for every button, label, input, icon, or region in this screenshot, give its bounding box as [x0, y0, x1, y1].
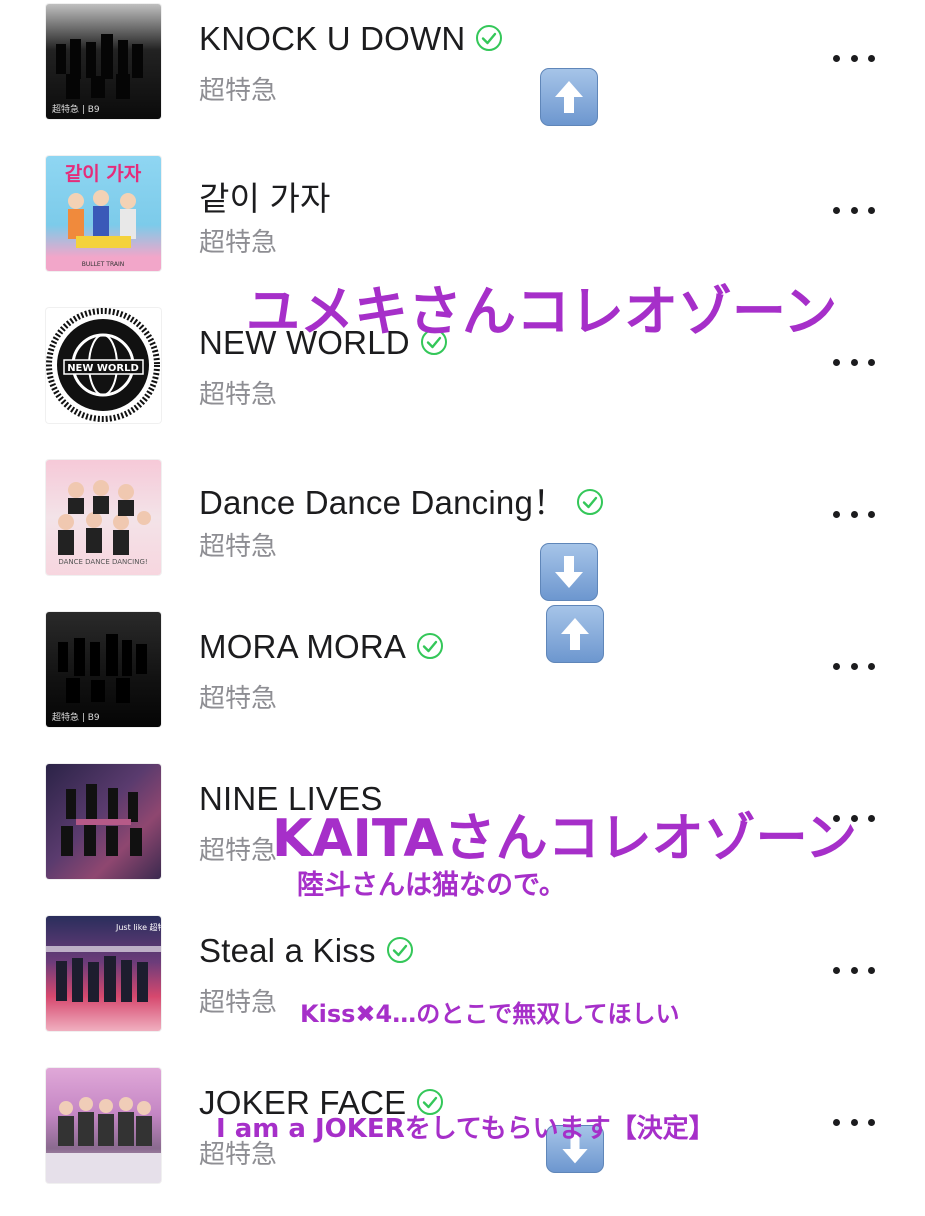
group-photo-art: DANCE DANCE DANCING!	[58, 480, 151, 566]
svg-text:BULLET TRAIN: BULLET TRAIN	[82, 261, 125, 268]
annotation-cat-note: 陸斗さんは猫なので。	[297, 870, 566, 901]
album-art: DANCE DANCE DANCING!	[46, 460, 161, 575]
song-title: KNOCK U DOWN	[199, 20, 503, 58]
song-artist: 超特急	[199, 531, 278, 561]
song-artist: 超特急	[199, 683, 278, 713]
circle-check-icon	[386, 937, 413, 964]
song-artist: 超特急	[199, 835, 278, 865]
song-title: MORA MORA	[199, 628, 444, 666]
annotation-joker-note: I am a JOKERをしてもらいます【決定】	[216, 1114, 715, 1144]
album-art: NEW WORLD	[46, 308, 161, 423]
svg-text:DANCE DANCE DANCING!: DANCE DANCE DANCING!	[58, 558, 147, 566]
song-row[interactable]: 超特急 | B9 MORA MORA 超特急	[0, 608, 925, 760]
more-dots-icon[interactable]	[833, 1116, 875, 1128]
annotation-kaita-zone: KAITAさんコレオゾーン	[272, 809, 857, 869]
group-photo-art	[46, 1097, 161, 1183]
album-art: Just like 超特急	[46, 916, 161, 1031]
song-artist: 超特急	[199, 75, 278, 105]
song-title: Steal a Kiss	[199, 932, 414, 970]
more-dots-icon[interactable]	[833, 204, 875, 216]
svg-text:Just like 超特急: Just like 超特急	[115, 922, 161, 932]
group-photo-art	[61, 784, 142, 856]
annotation-kiss-note: Kiss✖︎4…のとこで無双してほしい	[300, 1000, 680, 1028]
album-art	[46, 1068, 161, 1183]
svg-text:NEW WORLD: NEW WORLD	[67, 363, 139, 374]
up-arrow-emoji-icon	[546, 605, 604, 663]
group-photo-art: Just like 超特急	[46, 922, 161, 1002]
art-label: 超特急 | B9	[52, 103, 100, 115]
song-artist: 超特急	[199, 987, 278, 1017]
group-photo-art: 超特急 | B9	[52, 634, 147, 723]
new-world-logo-art: NEW WORLD	[46, 308, 160, 422]
song-row[interactable]: Just like 超特急 Steal a Kiss 超特急	[0, 912, 925, 1064]
more-dots-icon[interactable]	[833, 964, 875, 976]
more-dots-icon[interactable]	[833, 660, 875, 672]
song-title: 같이 가자	[199, 180, 331, 217]
svg-text:같이 가자: 같이 가자	[65, 163, 142, 185]
annotation-yumeki-zone: ユメキさんコレオゾーン	[246, 280, 838, 343]
circle-check-icon	[417, 633, 444, 660]
svg-text:超特急 | B9: 超特急 | B9	[52, 711, 100, 723]
circle-check-icon	[577, 489, 604, 516]
illustrated-art: 같이 가자 BULLET TRAIN	[65, 163, 142, 268]
more-dots-icon[interactable]	[833, 356, 875, 368]
song-artist: 超特急	[199, 379, 278, 409]
circle-check-icon	[476, 25, 503, 52]
up-arrow-emoji-icon	[540, 68, 598, 126]
album-art: 超特急 | B9	[46, 4, 161, 119]
album-art	[46, 764, 161, 879]
album-art: 超特急 | B9	[46, 612, 161, 727]
song-row[interactable]: 超特急 | B9 KNOCK U DOWN 超特急	[0, 0, 925, 152]
song-title: Dance Dance Dancing！	[199, 476, 604, 524]
more-dots-icon[interactable]	[833, 52, 875, 64]
album-art: 같이 가자 BULLET TRAIN	[46, 156, 161, 271]
down-arrow-emoji-icon	[540, 543, 598, 601]
more-dots-icon[interactable]	[833, 508, 875, 520]
song-artist: 超特急	[199, 227, 278, 257]
group-photo-art: 超特急 | B9	[52, 34, 143, 115]
song-row[interactable]: DANCE DANCE DANCING! Dance Dance Dancing…	[0, 456, 925, 608]
